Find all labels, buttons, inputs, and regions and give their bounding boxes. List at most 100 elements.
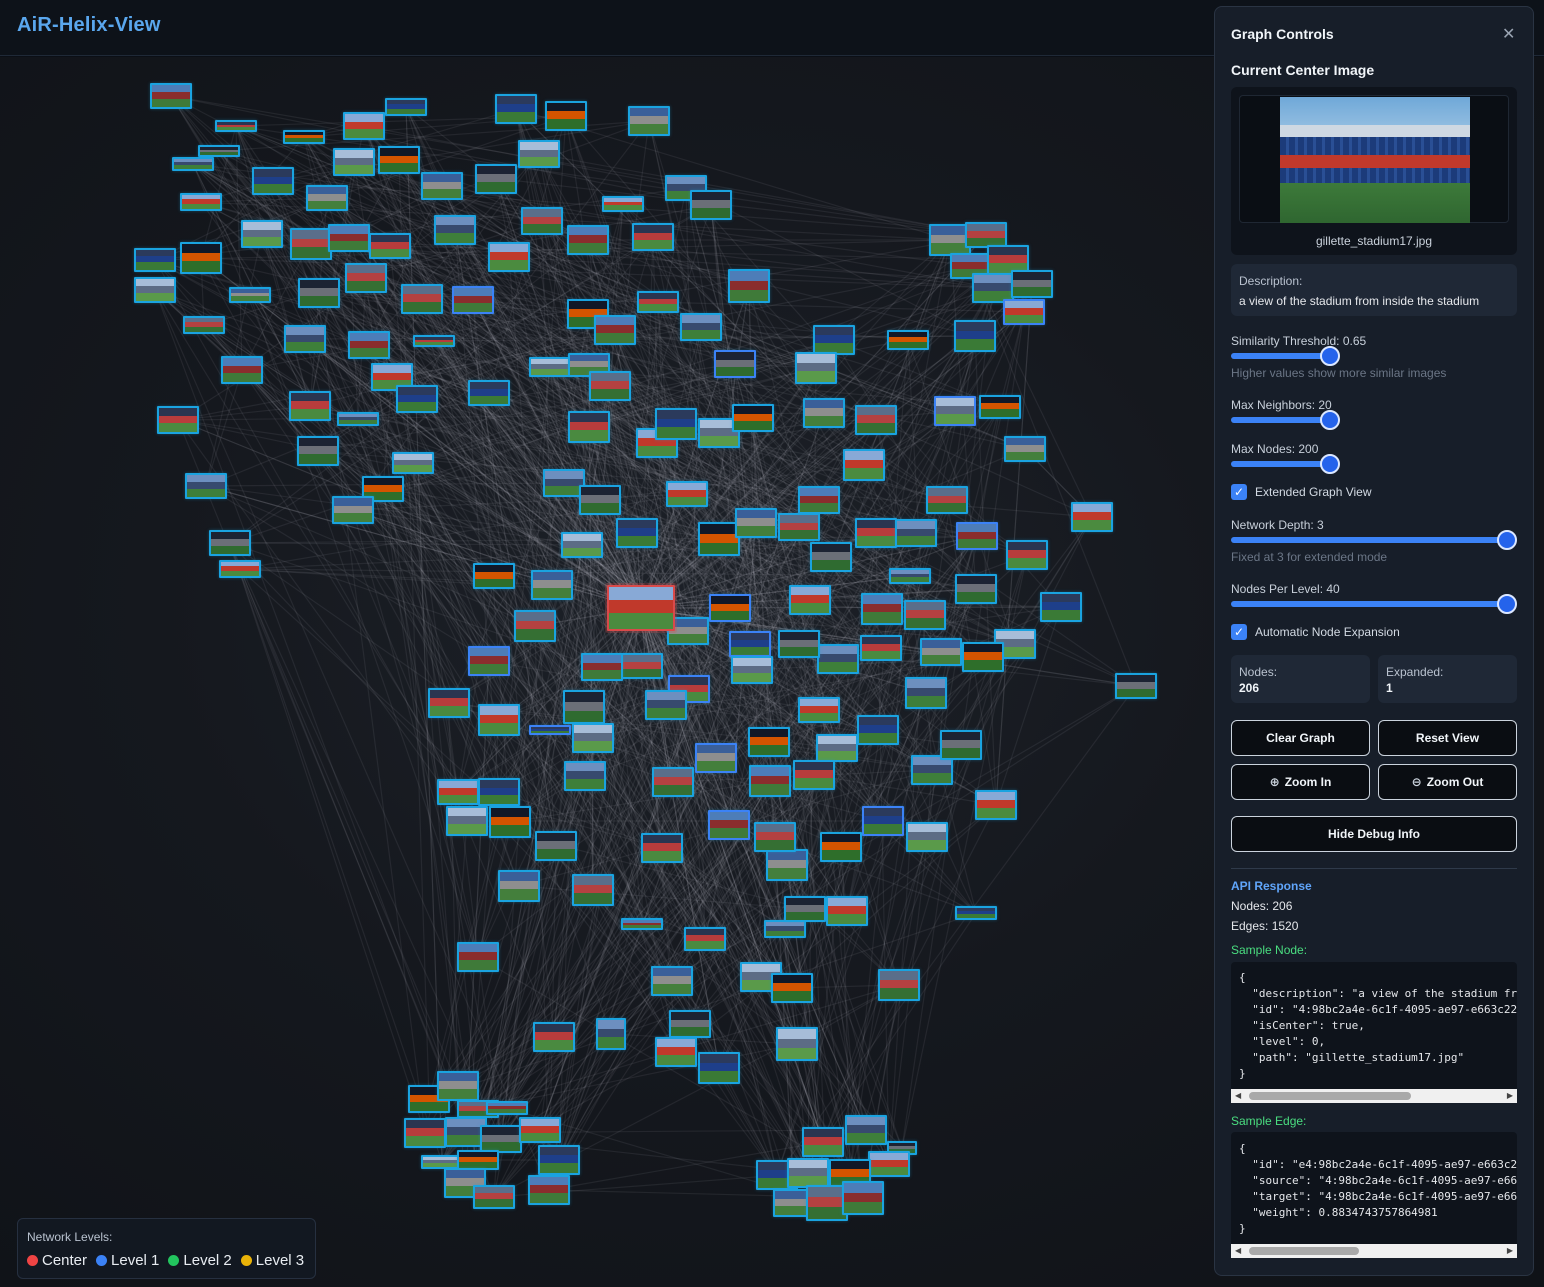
graph-node[interactable]: [538, 1145, 580, 1175]
graph-node[interactable]: [306, 185, 348, 211]
graph-node[interactable]: [180, 242, 222, 274]
graph-node[interactable]: [868, 1151, 910, 1177]
graph-node[interactable]: [568, 411, 610, 443]
graph-node[interactable]: [396, 385, 438, 413]
slider-thumb[interactable]: [1320, 346, 1340, 366]
graph-node[interactable]: [855, 518, 897, 548]
graph-node[interactable]: [803, 398, 845, 428]
graph-node[interactable]: [495, 94, 537, 124]
graph-node[interactable]: [473, 1185, 515, 1209]
slider-thumb[interactable]: [1497, 594, 1517, 614]
graph-node[interactable]: [979, 395, 1021, 419]
graph-node[interactable]: [378, 146, 420, 174]
graph-node[interactable]: [529, 357, 571, 377]
graph-node[interactable]: [776, 1027, 818, 1061]
graph-node[interactable]: [813, 325, 855, 355]
graph-node[interactable]: [771, 973, 813, 1003]
graph-node[interactable]: [298, 278, 340, 308]
graph-node[interactable]: [348, 331, 390, 359]
graph-node[interactable]: [446, 806, 488, 836]
graph-node[interactable]: [940, 730, 982, 760]
graph-node[interactable]: [581, 653, 623, 681]
graph-node[interactable]: [290, 228, 332, 260]
graph-node[interactable]: [905, 677, 947, 709]
graph-node[interactable]: [252, 167, 294, 195]
graph-node[interactable]: [857, 715, 899, 745]
graph-node[interactable]: [437, 779, 479, 805]
graph-node[interactable]: [533, 1022, 575, 1052]
graph-node[interactable]: [289, 391, 331, 421]
graph-node[interactable]: [519, 1117, 561, 1143]
graph-node[interactable]: [954, 320, 996, 352]
graph-node[interactable]: [596, 1018, 626, 1050]
scroll-right-icon[interactable]: ▶: [1507, 1246, 1513, 1255]
close-icon[interactable]: ✕: [1502, 24, 1515, 44]
graph-node[interactable]: [709, 594, 751, 622]
graph-node[interactable]: [789, 585, 831, 615]
auto-expansion-toggle[interactable]: ✓ Automatic Node Expansion: [1231, 624, 1400, 640]
graph-node[interactable]: [766, 849, 808, 881]
graph-node[interactable]: [473, 563, 515, 589]
graph-node[interactable]: [651, 966, 693, 996]
graph-node[interactable]: [333, 148, 375, 176]
sample-edge-scrollbar[interactable]: ◀ ▶: [1231, 1244, 1517, 1258]
slider-thumb[interactable]: [1320, 454, 1340, 474]
graph-node[interactable]: [150, 83, 192, 109]
graph-node[interactable]: [1006, 540, 1048, 570]
graph-node[interactable]: [172, 157, 214, 171]
graph-node[interactable]: [810, 542, 852, 572]
graph-node[interactable]: [904, 600, 946, 630]
graph-node[interactable]: [529, 725, 571, 735]
graph-node[interactable]: [337, 412, 379, 426]
graph-node[interactable]: [708, 810, 750, 840]
graph-node[interactable]: [437, 1071, 479, 1101]
slider-thumb[interactable]: [1320, 410, 1340, 430]
graph-node[interactable]: [229, 287, 271, 303]
graph-node[interactable]: [621, 918, 663, 930]
graph-node[interactable]: [1011, 270, 1053, 298]
graph-node[interactable]: [561, 532, 603, 558]
graph-node[interactable]: [521, 207, 563, 235]
graph-node[interactable]: [564, 761, 606, 791]
graph-node[interactable]: [221, 356, 263, 384]
graph-node[interactable]: [413, 335, 455, 347]
network-depth-slider[interactable]: [1231, 530, 1517, 550]
graph-node[interactable]: [784, 896, 826, 922]
graph-node[interactable]: [589, 371, 631, 401]
graph-node[interactable]: [183, 316, 225, 334]
graph-node[interactable]: [748, 727, 790, 757]
graph-node[interactable]: [392, 452, 434, 474]
graph-node[interactable]: [489, 806, 531, 838]
graph-node[interactable]: [616, 518, 658, 548]
graph-node[interactable]: [157, 406, 199, 434]
scroll-left-icon[interactable]: ◀: [1235, 1091, 1241, 1100]
extended-view-toggle[interactable]: ✓ Extended Graph View: [1231, 484, 1372, 500]
checkbox-checked-icon[interactable]: ✓: [1231, 484, 1247, 500]
graph-node[interactable]: [862, 806, 904, 836]
graph-node[interactable]: [1115, 673, 1157, 699]
graph-node[interactable]: [920, 638, 962, 666]
graph-node[interactable]: [1040, 592, 1082, 622]
graph-node[interactable]: [843, 449, 885, 481]
graph-node[interactable]: [283, 130, 325, 144]
graph-node[interactable]: [452, 286, 494, 314]
graph-node[interactable]: [180, 193, 222, 211]
graph-node[interactable]: [645, 690, 687, 720]
graph-node[interactable]: [669, 1010, 711, 1038]
graph-node[interactable]: [219, 560, 261, 578]
sample-node-code[interactable]: { "description": "a view of the stadium …: [1231, 962, 1517, 1091]
graph-node[interactable]: [802, 1127, 844, 1157]
graph-node[interactable]: [531, 570, 573, 600]
graph-node[interactable]: [889, 568, 931, 584]
graph-node[interactable]: [975, 790, 1017, 820]
graph-node[interactable]: [198, 145, 240, 157]
graph-node[interactable]: [714, 350, 756, 378]
graph-node[interactable]: [637, 291, 679, 313]
graph-node[interactable]: [729, 631, 771, 657]
graph-node[interactable]: [468, 646, 510, 676]
graph-node[interactable]: [749, 765, 791, 797]
graph-node[interactable]: [345, 263, 387, 293]
zoom-out-button[interactable]: ⊖ Zoom Out: [1378, 764, 1517, 800]
clear-graph-button[interactable]: Clear Graph: [1231, 720, 1370, 756]
graph-node[interactable]: [845, 1115, 887, 1145]
